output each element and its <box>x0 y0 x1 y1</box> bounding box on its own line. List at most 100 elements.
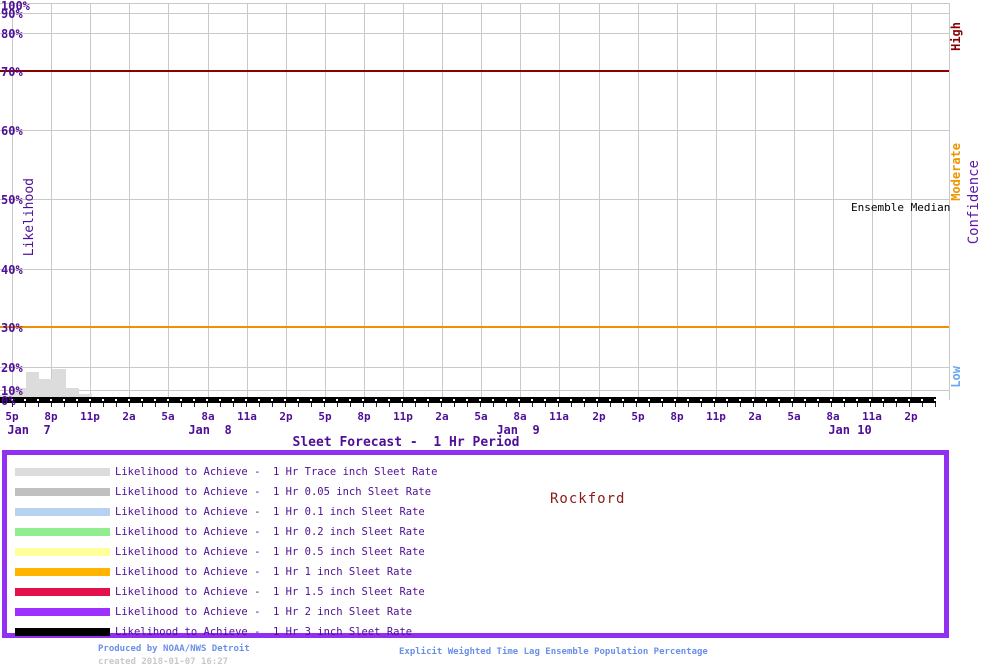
h-gridline-20 <box>0 367 949 368</box>
legend-swatch <box>15 548 110 556</box>
legend-row: Likelihood to Achieve - 1 Hr 0.05 inch S… <box>7 482 944 502</box>
x-date-label: Jan 7 <box>7 423 51 437</box>
h-gridline-50 <box>0 199 949 200</box>
y-tick-label: 90% <box>1 7 23 21</box>
x-tick-label: 8p <box>670 410 684 423</box>
h-gridline-80 <box>0 33 949 34</box>
bar-trace-likelihood <box>26 372 39 399</box>
x-tick-label: 8a <box>201 410 215 423</box>
legend-label: Likelihood to Achieve - 1 Hr Trace inch … <box>115 466 438 478</box>
axis-minor-ticks <box>0 403 936 407</box>
baseline-hour-dashes <box>0 399 936 401</box>
legend-swatch <box>15 468 110 476</box>
h-gridline-100 <box>0 3 949 4</box>
v-gridline <box>208 3 209 400</box>
v-gridline <box>51 3 52 400</box>
v-gridline <box>638 3 639 400</box>
legend-label: Likelihood to Achieve - 1 Hr 2 inch Slee… <box>115 606 413 618</box>
x-tick-label: 11a <box>237 410 257 423</box>
y-tick-label: 70% <box>1 65 23 79</box>
x-axis-baseline <box>0 397 936 403</box>
y-tick-label: 0% <box>1 394 16 408</box>
legend-row: Likelihood to Achieve - 1 Hr 0.2 inch Sl… <box>7 522 944 542</box>
legend-label: Likelihood to Achieve - 1 Hr 0.5 inch Sl… <box>115 546 425 558</box>
v-gridline <box>168 3 169 400</box>
v-gridline <box>716 3 717 400</box>
x-tick-label: 5p <box>318 410 332 423</box>
legend-swatch <box>15 568 110 576</box>
x-tick-label: 2p <box>904 410 918 423</box>
footer-method-label: Explicit Weighted Time Lag Ensemble Popu… <box>399 647 708 657</box>
legend-box: Rockford Likelihood to Achieve - 1 Hr Tr… <box>2 450 949 638</box>
legend-label: Likelihood to Achieve - 1 Hr 0.1 inch Sl… <box>115 506 425 518</box>
y-tick-label: 20% <box>1 361 23 375</box>
y-tick-label: 60% <box>1 124 23 138</box>
legend-swatch <box>15 588 110 596</box>
legend-row: Likelihood to Achieve - 1 Hr 0.5 inch Sl… <box>7 542 944 562</box>
footer-created-timestamp: created 2018-01-07 16:27 <box>98 657 229 667</box>
footer-produced-by: Produced by NOAA/NWS Detroit <box>98 644 250 654</box>
h-gridline-40 <box>0 269 949 270</box>
x-tick-label: 8p <box>357 410 371 423</box>
legend-swatch <box>15 608 110 616</box>
confidence-high-label: High <box>949 22 963 51</box>
x-tick-label: 8a <box>826 410 840 423</box>
bar-trace-likelihood <box>52 369 66 399</box>
v-gridline <box>286 3 287 400</box>
v-gridline <box>129 3 130 400</box>
legend-swatch <box>15 628 110 636</box>
h-gridline-10 <box>0 390 949 391</box>
x-tick-label: 5a <box>787 410 801 423</box>
legend-row: Likelihood to Achieve - 1 Hr 3 inch Slee… <box>7 622 944 642</box>
confidence-low-label: Low <box>949 366 963 388</box>
x-tick-label: 11a <box>862 410 882 423</box>
v-gridline <box>559 3 560 400</box>
y-tick-label: 50% <box>1 193 23 207</box>
confidence-axis-title: Confidence <box>966 160 982 245</box>
legend-row: Likelihood to Achieve - 1 Hr 1.5 inch Sl… <box>7 582 944 602</box>
y-tick-label: 40% <box>1 263 23 277</box>
v-gridline <box>90 3 91 400</box>
x-tick-label: 2a <box>435 410 449 423</box>
v-gridline <box>677 3 678 400</box>
x-tick-label: 11p <box>706 410 726 423</box>
legend-row: Likelihood to Achieve - 1 Hr 1 inch Slee… <box>7 562 944 582</box>
x-tick-label: 11p <box>80 410 100 423</box>
v-gridline <box>247 3 248 400</box>
legend-label: Likelihood to Achieve - 1 Hr 1 inch Slee… <box>115 566 413 578</box>
plot-area <box>0 0 950 407</box>
legend-swatch <box>15 488 110 496</box>
x-date-label: Jan 10 <box>828 423 872 437</box>
v-gridline <box>481 3 482 400</box>
x-tick-label: 5p <box>5 410 19 423</box>
x-tick-label: 2p <box>279 410 293 423</box>
x-tick-label: 5a <box>474 410 488 423</box>
legend-label: Likelihood to Achieve - 1 Hr 0.05 inch S… <box>115 486 432 498</box>
h-gridline-90 <box>0 13 949 14</box>
x-tick-label: 2a <box>748 410 762 423</box>
legend-row: Likelihood to Achieve - 1 Hr Trace inch … <box>7 462 944 482</box>
x-tick-label: 2p <box>592 410 606 423</box>
legend-label: Likelihood to Achieve - 1 Hr 1.5 inch Sl… <box>115 586 425 598</box>
legend-row: Likelihood to Achieve - 1 Hr 2 inch Slee… <box>7 602 944 622</box>
legend-label: Likelihood to Achieve - 1 Hr 3 inch Slee… <box>115 626 413 638</box>
v-gridline <box>325 3 326 400</box>
bar-trace-likelihood <box>39 379 52 399</box>
v-gridline <box>442 3 443 400</box>
y-tick-label: 80% <box>1 27 23 41</box>
v-gridline <box>520 3 521 400</box>
v-gridline <box>599 3 600 400</box>
x-tick-label: 11p <box>393 410 413 423</box>
chart-title: Sleet Forecast - 1 Hr Period <box>292 435 520 450</box>
h-gridline-60 <box>0 130 949 131</box>
x-tick-label: 2a <box>122 410 136 423</box>
legend-swatch <box>15 508 110 516</box>
threshold-line-moderate-30pct <box>0 326 949 328</box>
legend-swatch <box>15 528 110 536</box>
x-tick-label: 11a <box>549 410 569 423</box>
x-date-label: Jan 8 <box>188 423 232 437</box>
x-tick-label: 8p <box>44 410 58 423</box>
legend-row: Likelihood to Achieve - 1 Hr 0.1 inch Sl… <box>7 502 944 522</box>
v-gridline <box>364 3 365 400</box>
ensemble-median-label: Ensemble Median <box>851 201 951 214</box>
